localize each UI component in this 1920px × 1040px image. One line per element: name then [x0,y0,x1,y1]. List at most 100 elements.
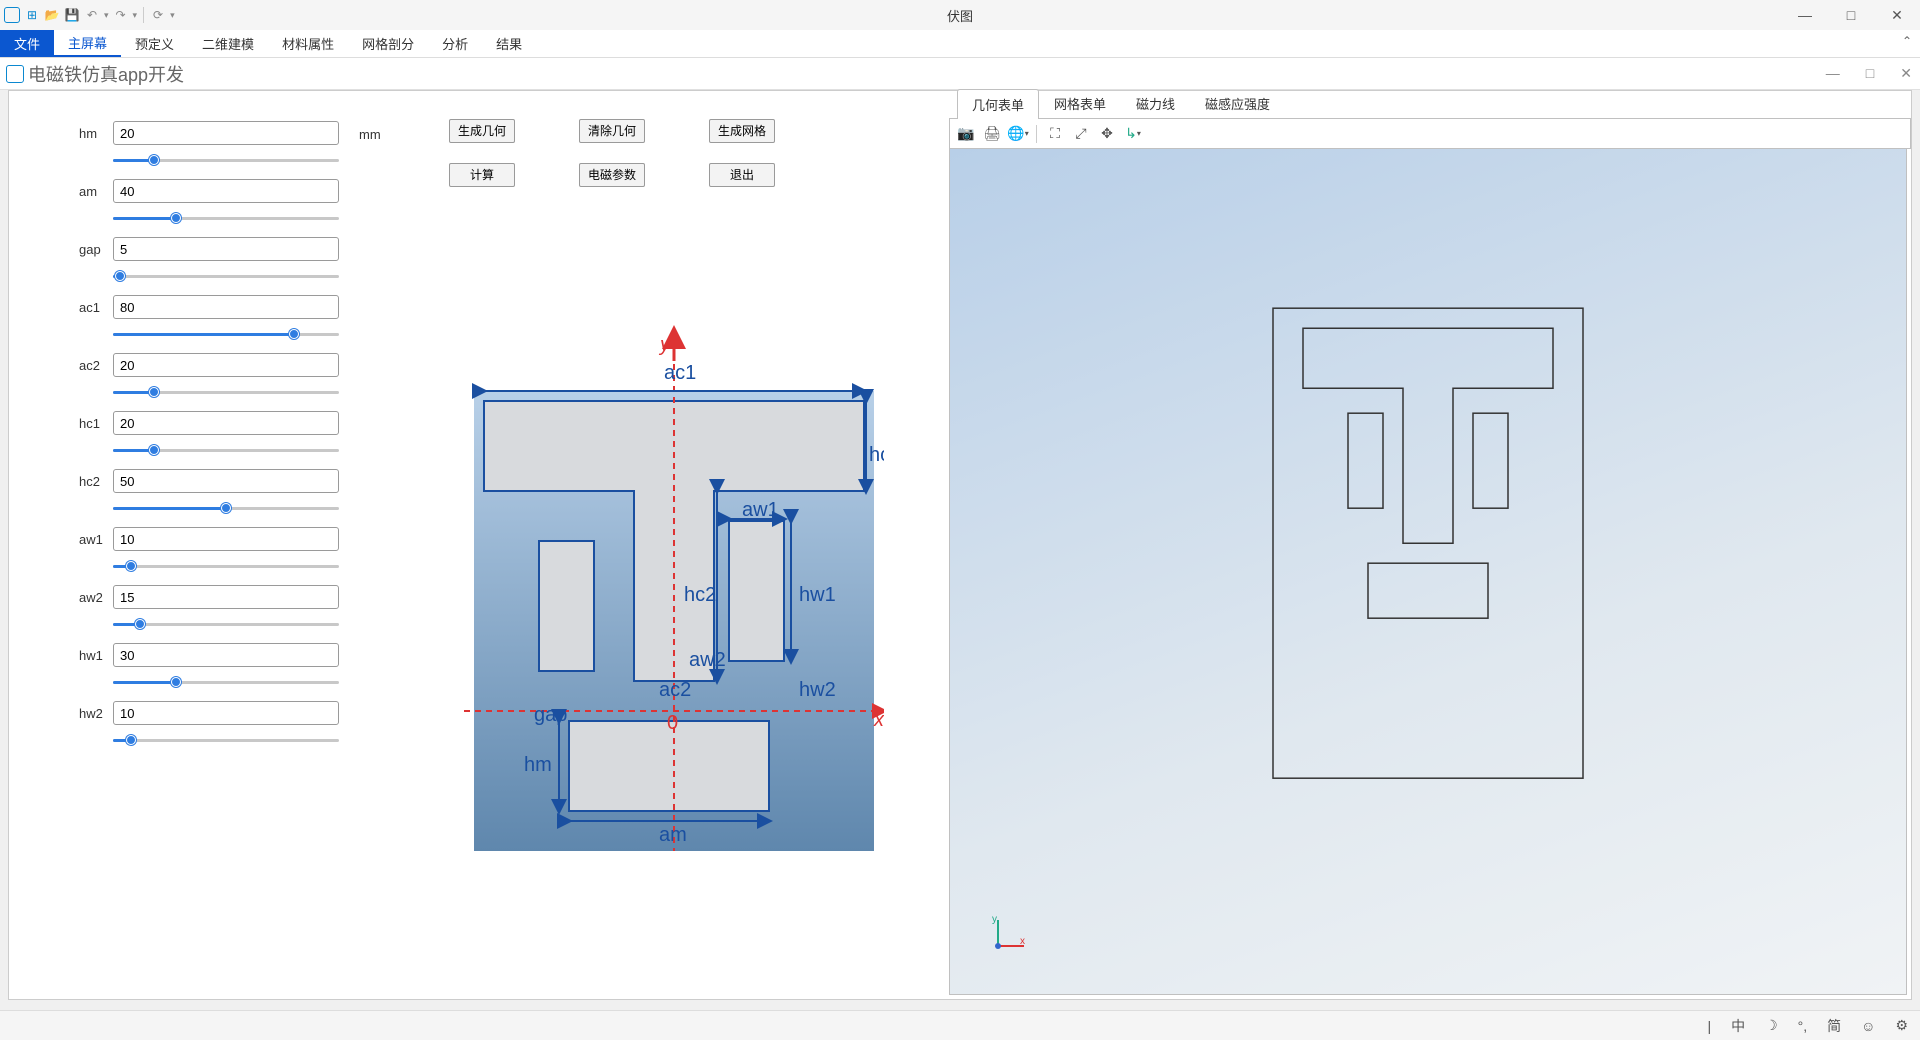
subwindow-maximize[interactable]: □ [1866,65,1874,82]
ime-punct[interactable]: °, [1794,1018,1812,1034]
subwindow-close[interactable]: ✕ [1900,65,1912,82]
left-panel: hmamgapac1ac2hc1hc2aw1aw2hw1hw2 mm 生成几何 … [9,91,949,999]
unit-label: mm [359,127,381,142]
param-input-hw1[interactable] [113,643,339,667]
svg-text:hc1: hc1 [869,444,884,466]
tab-predefined[interactable]: 预定义 [121,30,188,57]
view-tabs: 几何表单 网格表单 磁力线 磁感应强度 [949,91,1911,119]
param-input-hc2[interactable] [113,469,339,493]
night-mode-icon[interactable]: ☽ [1761,1017,1782,1034]
view-tab-fieldlines[interactable]: 磁力线 [1121,88,1190,118]
param-label-aw1: aw1 [79,532,113,547]
param-slider-am[interactable] [113,211,339,225]
view-tab-fluxdensity[interactable]: 磁感应强度 [1190,88,1285,118]
button-grid: 生成几何 清除几何 生成网格 计算 电磁参数 退出 [449,119,839,187]
param-input-aw1[interactable] [113,527,339,551]
svg-text:y: y [658,334,671,356]
tab-analysis[interactable]: 分析 [428,30,482,57]
param-input-ac1[interactable] [113,295,339,319]
param-input-hc1[interactable] [113,411,339,435]
svg-text:hm: hm [524,754,552,776]
pan-icon[interactable]: ✥ [1097,124,1117,144]
param-row-aw1: aw1 [79,527,339,551]
undo-icon[interactable]: ↶ [84,7,100,23]
generate-mesh-button[interactable]: 生成网格 [709,119,775,143]
refresh-icon[interactable]: ⟳ [150,7,166,23]
param-label-ac2: ac2 [79,358,113,373]
param-input-am[interactable] [113,179,339,203]
axes-icon[interactable]: ↳▾ [1123,124,1143,144]
axis-gizmo: y x [990,914,1030,954]
svg-text:hw2: hw2 [799,679,836,701]
view-tab-geometry[interactable]: 几何表单 [957,89,1039,119]
open-icon[interactable]: 📂 [44,7,60,23]
geometry-viewport[interactable]: y x [949,149,1907,995]
settings-icon[interactable]: ⚙ [1891,1017,1912,1034]
param-input-ac2[interactable] [113,353,339,377]
app-logo-icon [4,7,20,23]
redo-icon[interactable]: ↷ [113,7,129,23]
param-input-aw2[interactable] [113,585,339,609]
param-slider-gap[interactable] [113,269,339,283]
minimize-button[interactable]: — [1782,0,1828,30]
subwindow-header: 电磁铁仿真app开发 — □ ✕ [0,58,1920,90]
emoji-icon[interactable]: ☺ [1857,1018,1879,1034]
view-tab-mesh[interactable]: 网格表单 [1039,88,1121,118]
param-slider-hw1[interactable] [113,675,339,689]
param-slider-hw2[interactable] [113,733,339,747]
param-row-hc1: hc1 [79,411,339,435]
svg-text:aw1: aw1 [742,499,779,521]
tab-file[interactable]: 文件 [0,30,54,57]
svg-text:x: x [873,709,884,731]
zoom-box-icon[interactable]: ⛶ [1045,124,1065,144]
param-slider-hc2[interactable] [113,501,339,515]
tab-2dmodel[interactable]: 二维建模 [188,30,268,57]
svg-text:y: y [992,914,997,925]
fit-icon[interactable]: ⤢ [1071,124,1091,144]
param-row-hm: hm [79,121,339,145]
param-slider-aw2[interactable] [113,617,339,631]
param-slider-ac1[interactable] [113,327,339,341]
ime-lang[interactable]: 中 [1727,1016,1749,1036]
ime-simp[interactable]: 简 [1823,1016,1845,1036]
compute-button[interactable]: 计算 [449,163,515,187]
param-row-hw2: hw2 [79,701,339,725]
new-icon[interactable]: ⊞ [24,7,40,23]
exit-button[interactable]: 退出 [709,163,775,187]
param-slider-aw1[interactable] [113,559,339,573]
tab-mesh[interactable]: 网格剖分 [348,30,428,57]
clear-geometry-button[interactable]: 清除几何 [579,119,645,143]
content-area: hmamgapac1ac2hc1hc2aw1aw2hw1hw2 mm 生成几何 … [8,90,1912,1000]
em-params-button[interactable]: 电磁参数 [579,163,645,187]
svg-text:ac2: ac2 [659,679,691,701]
param-input-hw2[interactable] [113,701,339,725]
param-slider-hc1[interactable] [113,443,339,457]
param-label-hw1: hw1 [79,648,113,663]
save-icon[interactable]: 💾 [64,7,80,23]
param-row-hc2: hc2 [79,469,339,493]
param-slider-ac2[interactable] [113,385,339,399]
param-row-aw2: aw2 [79,585,339,609]
tab-mainscreen[interactable]: 主屏幕 [54,30,121,57]
parameter-diagram: y x ac1 hc1 hc2 aw1 hw1 aw2 hw2 ac2 gap … [464,321,884,881]
subwindow-minimize[interactable]: — [1826,65,1840,82]
subwindow-title: 电磁铁仿真app开发 [28,61,184,87]
camera-icon[interactable]: 📷 [956,124,976,144]
param-input-hm[interactable] [113,121,339,145]
geometry-render [1268,303,1588,783]
close-button[interactable]: ✕ [1874,0,1920,30]
globe-icon[interactable]: 🌐▾ [1008,124,1028,144]
status-bar: | 中 ☽ °, 简 ☺ ⚙ [0,1010,1920,1040]
collapse-ribbon-icon[interactable]: ⌃ [1902,34,1912,48]
param-label-hc2: hc2 [79,474,113,489]
param-slider-hm[interactable] [113,153,339,167]
maximize-button[interactable]: □ [1828,0,1874,30]
param-label-gap: gap [79,242,113,257]
title-bar: ⊞ 📂 💾 ↶ ▾ ↷ ▾ ⟳ ▾ 伏图 — □ ✕ [0,0,1920,30]
param-input-gap[interactable] [113,237,339,261]
tab-material[interactable]: 材料属性 [268,30,348,57]
generate-geometry-button[interactable]: 生成几何 [449,119,515,143]
param-label-hw2: hw2 [79,706,113,721]
tab-results[interactable]: 结果 [482,30,536,57]
print-icon[interactable]: 🖨 [982,124,1002,144]
